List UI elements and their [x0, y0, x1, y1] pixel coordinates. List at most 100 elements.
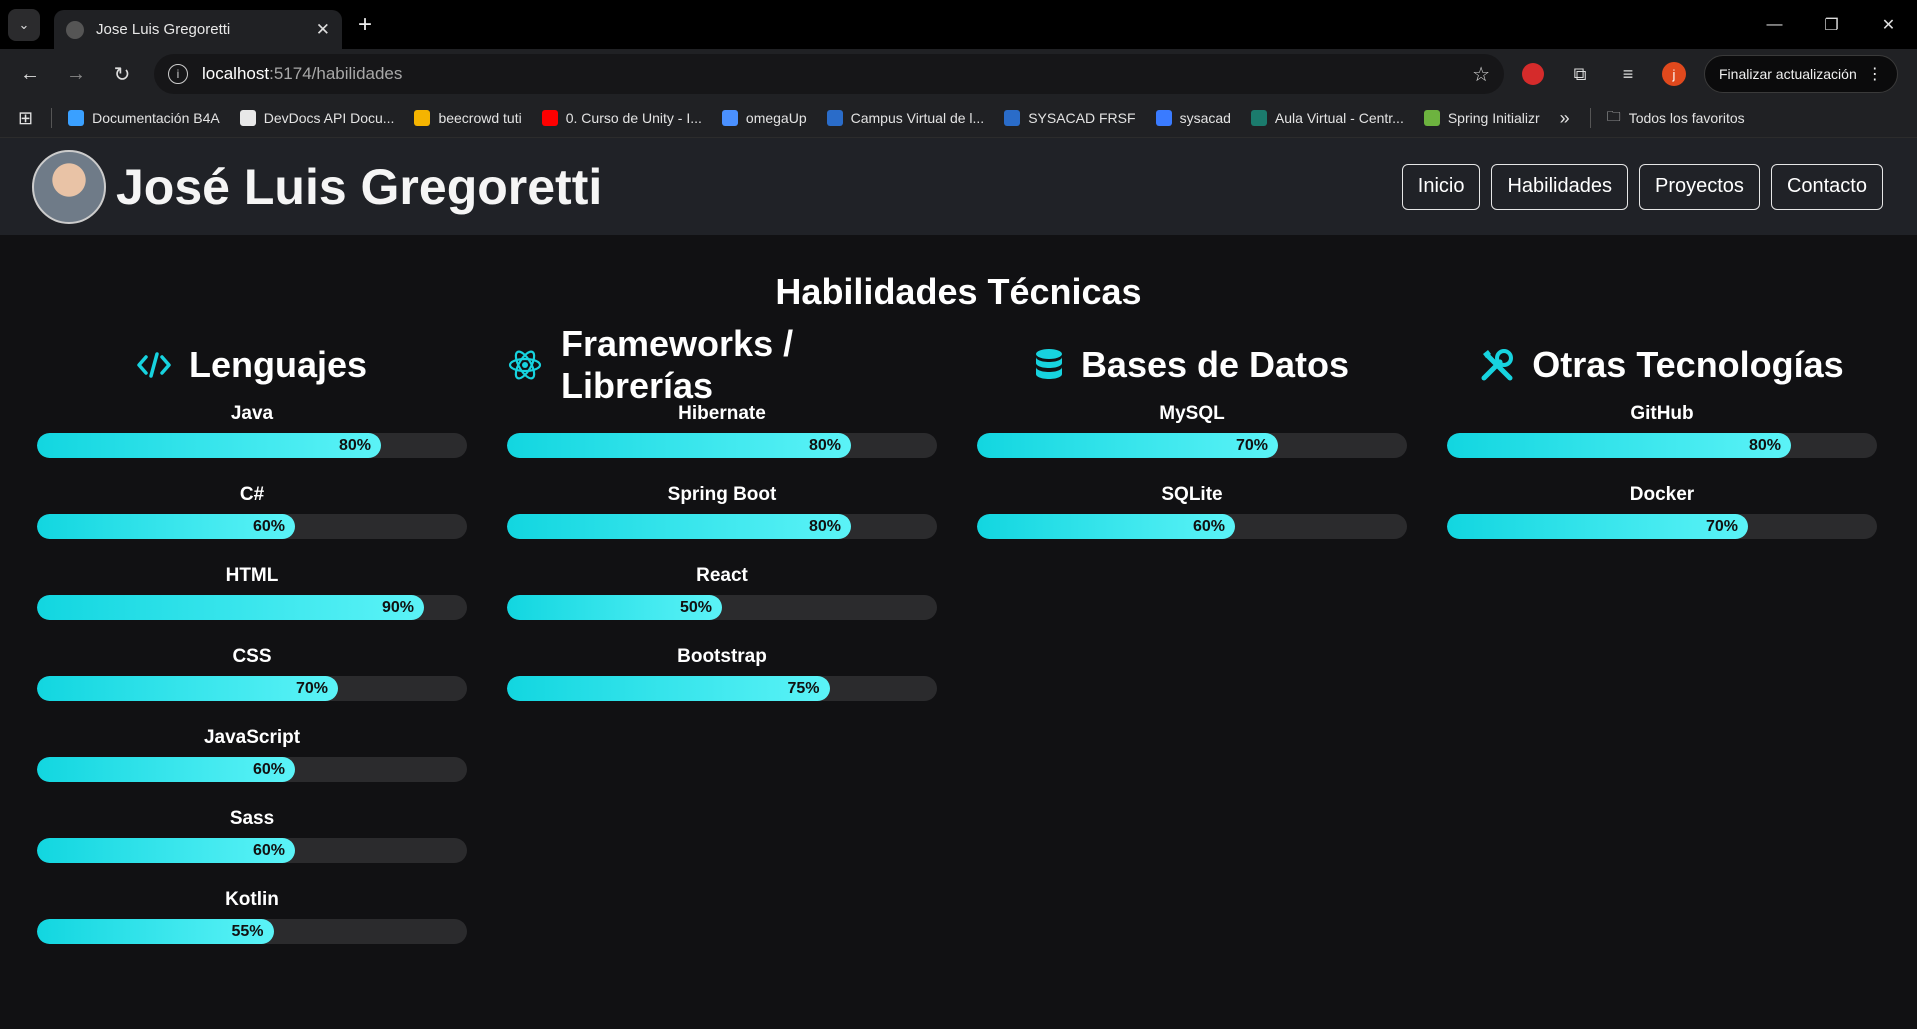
close-tab-icon[interactable]: ✕ [316, 20, 330, 40]
skill-columns: Lenguajes Java 80% C# 60% HTML 90% CSS 70% JavaSc… [0, 323, 1917, 958]
skill-progress-bar: 80% [1447, 433, 1877, 458]
skill-name: Docker [1629, 484, 1695, 505]
nav-inicio[interactable]: Inicio [1401, 163, 1481, 210]
skill-percent: 80% [808, 517, 841, 535]
skill-name: MySQL [1159, 403, 1225, 424]
skill-percent: 80% [338, 436, 371, 454]
skill-percent: 80% [1748, 436, 1781, 454]
url-text[interactable]: localhost:5174/habilidades [202, 64, 1472, 84]
nav-habilidades[interactable]: Habilidades [1491, 163, 1628, 210]
skill-progress-bar: 75% [507, 676, 937, 701]
profile-avatar[interactable]: j [1662, 62, 1686, 86]
bookmark-item[interactable]: beecrowd tuti [414, 110, 522, 126]
skill-percent: 55% [231, 922, 264, 940]
skill-list: Java 80% C# 60% HTML 90% CSS 70% JavaScript 60% Sa… [37, 403, 467, 958]
site-info-icon[interactable]: i [168, 64, 188, 84]
skill-item: Sass 60% [37, 808, 467, 877]
bookmark-label: Documentación B4A [92, 110, 220, 126]
skill-progress-fill: 60% [37, 757, 295, 782]
skill-percent: 60% [252, 841, 285, 859]
apps-grid-icon[interactable]: ⊞ [18, 108, 33, 129]
category-title: Lenguajes [188, 344, 368, 385]
bookmark-item[interactable]: Campus Virtual de l... [826, 110, 985, 126]
bookmark-item[interactable]: Documentación B4A [68, 110, 220, 126]
address-bar[interactable]: i localhost:5174/habilidades ☆ [154, 54, 1504, 94]
url-path: :5174/habilidades [269, 64, 403, 83]
folder-icon: 🗀 [1606, 108, 1621, 124]
bookmark-item[interactable]: omegaUp [721, 110, 807, 126]
skill-item: React 50% [507, 565, 937, 634]
skill-progress-fill: 60% [37, 838, 295, 863]
browser-tab[interactable]: Jose Luis Gregoretti ✕ [54, 10, 342, 49]
skill-name: Java [230, 403, 274, 424]
skill-item: CSS 70% [37, 646, 467, 715]
bookmark-label: Spring Initializr [1447, 110, 1540, 126]
bookmark-favicon-icon [414, 110, 431, 126]
bookmark-item[interactable]: 0. Curso de Unity - I... [541, 110, 702, 126]
skill-progress-fill: 90% [37, 595, 424, 620]
bookmark-favicon-icon [1004, 110, 1021, 126]
bookmark-label: SYSACAD FRSF [1028, 110, 1136, 126]
skill-progress-fill: 70% [1447, 514, 1748, 539]
main-nav: Inicio Habilidades Proyectos Contacto [1401, 163, 1883, 210]
skill-percent: 70% [1705, 517, 1738, 535]
skill-item: Docker 70% [1447, 484, 1877, 553]
bookmark-item[interactable]: Aula Virtual - Centr... [1250, 110, 1404, 126]
skill-category: Lenguajes Java 80% C# 60% HTML 90% CSS 70% JavaSc… [37, 341, 467, 958]
reload-icon[interactable]: ↻ [104, 62, 140, 87]
bookmark-star-icon[interactable]: ☆ [1472, 62, 1490, 87]
extensions-puzzle-icon[interactable]: ⧉ [1568, 64, 1592, 85]
skill-item: HTML 90% [37, 565, 467, 634]
code-icon [137, 352, 171, 378]
minimize-icon[interactable]: — [1746, 0, 1803, 49]
bookmark-favicon-icon [68, 110, 85, 126]
skill-category: Frameworks / Librerías Hibernate 80% Spring… [507, 323, 937, 958]
skill-progress-fill: 80% [37, 433, 381, 458]
skill-progress-fill: 50% [507, 595, 722, 620]
url-host: localhost [202, 64, 270, 83]
forward-icon[interactable]: → [58, 63, 94, 86]
skill-progress-fill: 55% [37, 919, 274, 944]
close-window-icon[interactable]: ✕ [1860, 0, 1917, 49]
skill-name: Sass [229, 808, 275, 829]
skill-progress-fill: 70% [977, 433, 1278, 458]
database-icon [1035, 348, 1063, 382]
bookmark-label: Campus Virtual de l... [850, 110, 985, 126]
all-favorites[interactable]: 🗀 Todos los favoritos [1607, 106, 1745, 130]
bookmark-label: sysacad [1179, 110, 1231, 126]
nav-contacto[interactable]: Contacto [1770, 163, 1883, 210]
bookmark-item[interactable]: sysacad [1155, 110, 1231, 126]
site-header: José Luis Gregoretti Inicio Habilidades … [0, 138, 1917, 235]
update-button[interactable]: Finalizar actualización ⋮ [1704, 55, 1898, 93]
new-tab-icon[interactable]: + [358, 11, 372, 39]
restore-icon[interactable]: ❐ [1803, 0, 1860, 49]
bookmark-item[interactable]: SYSACAD FRSF [1004, 110, 1136, 126]
media-queue-icon[interactable]: ≡ [1616, 64, 1640, 85]
skill-percent: 80% [808, 436, 841, 454]
bookmark-item[interactable]: DevDocs API Docu... [239, 110, 394, 126]
skill-item: Spring Boot 80% [507, 484, 937, 553]
back-icon[interactable]: ← [12, 63, 48, 86]
category-title: Otras Tecnologías [1532, 344, 1844, 385]
skill-category: Bases de Datos MySQL 70% SQLite 60% [977, 341, 1407, 958]
more-menu-icon[interactable]: ⋮ [1867, 64, 1883, 84]
skill-progress-bar: 70% [977, 433, 1407, 458]
browser-tabbar: ⌄ Jose Luis Gregoretti ✕ + — ❐ ✕ [0, 0, 1917, 49]
skill-list: GitHub 80% Docker 70% [1447, 403, 1877, 553]
skill-name: JavaScript [203, 727, 301, 748]
skill-name: SQLite [1161, 484, 1223, 505]
more-bookmarks-icon[interactable]: » [1560, 108, 1570, 129]
skill-item: C# 60% [37, 484, 467, 553]
category-title: Bases de Datos [1080, 344, 1350, 385]
skill-progress-bar: 80% [37, 433, 467, 458]
nav-proyectos[interactable]: Proyectos [1639, 163, 1760, 210]
extension-adblock-icon[interactable] [1522, 63, 1544, 85]
bookmark-label: 0. Curso de Unity - I... [565, 110, 702, 126]
skill-progress-bar: 60% [37, 514, 467, 539]
bookmark-item[interactable]: Spring Initializr [1423, 110, 1540, 126]
tab-search-icon[interactable]: ⌄ [8, 8, 40, 41]
skill-progress-bar: 80% [507, 433, 937, 458]
site-title: José Luis Gregoretti [116, 158, 603, 215]
bookmark-favicon-icon [239, 110, 256, 126]
bookmark-favicon-icon [1155, 110, 1172, 126]
